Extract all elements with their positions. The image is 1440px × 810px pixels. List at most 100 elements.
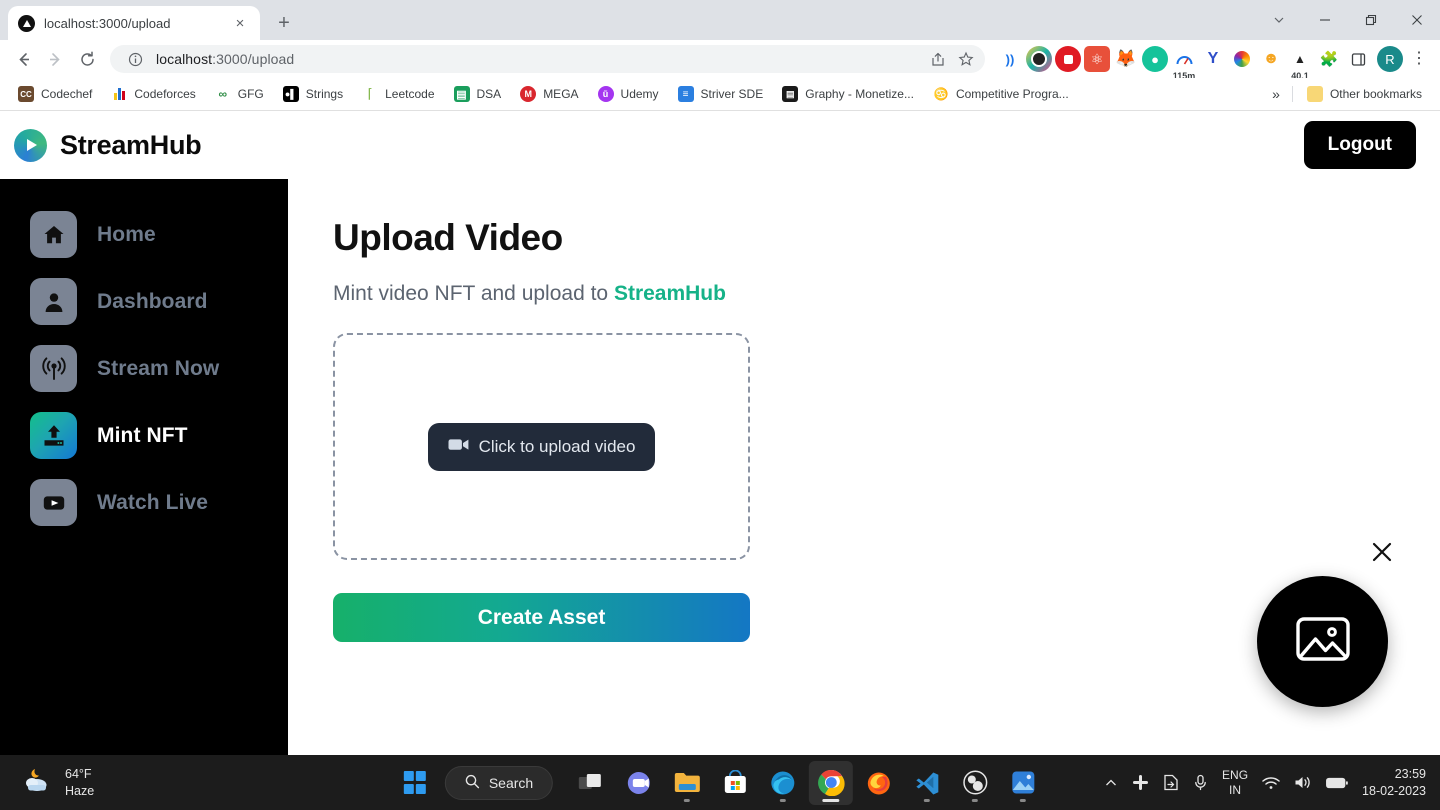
bookmark-graphy[interactable]: ▤ Graphy - Monetize... <box>774 82 922 106</box>
sidebar-item-watch-live[interactable]: Watch Live <box>0 469 288 536</box>
brand[interactable]: StreamHub <box>14 128 202 162</box>
taskbar-obs-studio[interactable] <box>953 761 997 805</box>
omnibox-actions <box>925 46 979 72</box>
other-bookmarks-label: Other bookmarks <box>1329 87 1422 101</box>
graphy-icon: ▤ <box>782 86 799 102</box>
extensions-puzzle-icon[interactable]: 🧩 <box>1316 46 1342 72</box>
bookmark-label: Graphy - Monetize... <box>805 87 914 101</box>
taskbar-microsoft-edge[interactable] <box>761 761 805 805</box>
screen-recorder-icon[interactable] <box>1026 46 1052 72</box>
udemy-icon: ũ <box>597 86 614 102</box>
bookmark-competitive-programming[interactable]: ♋ Competitive Progra... <box>925 82 1077 106</box>
speaker-icon[interactable] <box>1294 775 1312 790</box>
bookmark-mega[interactable]: M MEGA <box>512 82 586 106</box>
image-fab-button[interactable] <box>1257 576 1388 707</box>
side-panel-icon[interactable] <box>1345 46 1371 72</box>
slack-icon[interactable] <box>1132 774 1149 791</box>
search-icon <box>465 774 480 792</box>
time-tracker-icon[interactable]: 115m <box>1171 46 1197 81</box>
video-dropzone[interactable]: Click to upload video <box>333 333 750 560</box>
taskbar-task-view[interactable] <box>569 761 613 805</box>
clock[interactable]: 23:59 18-02-2023 <box>1362 766 1426 800</box>
active-indicator <box>822 798 840 802</box>
mega-icon: M <box>520 86 537 102</box>
grammarly-icon[interactable]: ● <box>1142 46 1168 72</box>
bookmark-label: Competitive Progra... <box>955 87 1069 101</box>
start-button[interactable] <box>395 763 435 803</box>
back-arrow-icon[interactable] <box>8 44 38 74</box>
upload-icon <box>30 412 77 459</box>
close-x-icon[interactable] <box>1368 538 1396 566</box>
restore-icon[interactable] <box>1348 0 1394 40</box>
bookmark-striver-sde[interactable]: ≡ Striver SDE <box>670 82 772 106</box>
bookmark-udemy[interactable]: ũ Udemy <box>590 82 667 106</box>
new-tab-button[interactable]: + <box>270 9 298 37</box>
create-asset-button[interactable]: Create Asset <box>333 593 750 642</box>
moon-cloud-icon <box>22 766 54 799</box>
react-devtools-icon[interactable]: ⚛ <box>1084 46 1110 72</box>
site-info-icon[interactable] <box>122 46 148 72</box>
home-icon <box>30 211 77 258</box>
bookmark-label: GFG <box>237 87 264 101</box>
url-host: localhost <box>156 51 213 67</box>
taskbar-microsoft-store[interactable] <box>713 761 757 805</box>
tab-search-chevron-icon[interactable] <box>1256 0 1302 40</box>
file-sync-icon[interactable] <box>1163 774 1179 791</box>
taskbar-file-explorer[interactable] <box>665 761 709 805</box>
yandex-icon[interactable]: Y <box>1200 46 1226 72</box>
codechef-icon: CC <box>18 86 34 102</box>
browser-tab[interactable]: localhost:3000/upload × <box>8 6 260 40</box>
minimize-icon[interactable] <box>1302 0 1348 40</box>
bookmarks-overflow-button[interactable]: » <box>1266 82 1286 106</box>
bookmark-dsa[interactable]: ▤ DSA <box>446 82 510 106</box>
windows-logo-icon <box>403 771 427 794</box>
star-icon[interactable] <box>953 46 979 72</box>
taskbar-search-label: Search <box>488 774 534 791</box>
taskbar-microsoft-teams[interactable] <box>617 761 661 805</box>
bookmark-codeforces[interactable]: Codeforces <box>103 82 203 106</box>
sidebar-item-dashboard[interactable]: Dashboard <box>0 268 288 335</box>
three-dot-menu-icon[interactable]: ⋮ <box>1406 46 1432 72</box>
url-path: :3000/upload <box>212 51 295 67</box>
phantom-wallet-icon[interactable]: ☻ <box>1258 46 1284 72</box>
language-indicator[interactable]: ENG IN <box>1222 768 1248 798</box>
tab-close-icon[interactable]: × <box>230 13 250 33</box>
cast-icon[interactable]: )) <box>997 46 1023 72</box>
page-subtitle: Mint video NFT and upload to StreamHub <box>333 282 1440 306</box>
bookmark-leetcode[interactable]: ⌈ Leetcode <box>354 82 442 106</box>
reload-icon[interactable] <box>72 44 102 74</box>
speed-test-icon[interactable]: ▲ 40.1 <box>1287 46 1313 81</box>
taskbar-search[interactable]: Search <box>444 765 554 800</box>
other-bookmarks-button[interactable]: Other bookmarks <box>1299 82 1430 106</box>
bookmark-codechef[interactable]: CC Codechef <box>10 82 100 106</box>
taskbar-photos[interactable] <box>1001 761 1045 805</box>
sidebar-item-stream-now[interactable]: Stream Now <box>0 335 288 402</box>
bookmark-gfg[interactable]: ∞ GFG <box>207 82 272 106</box>
forward-arrow-icon[interactable] <box>40 44 70 74</box>
sidebar-item-home[interactable]: Home <box>0 201 288 268</box>
bookmarks-bar: CC Codechef Codeforces ∞ GFG ●▌ Strings … <box>0 78 1440 111</box>
sidebar-item-mint-nft[interactable]: Mint NFT <box>0 402 288 469</box>
logout-button[interactable]: Logout <box>1303 121 1416 169</box>
color-picker-icon[interactable] <box>1229 46 1255 72</box>
play-rect-icon <box>30 479 77 526</box>
bookmark-strings[interactable]: ●▌ Strings <box>275 82 351 106</box>
chevron-up-icon[interactable] <box>1104 776 1118 790</box>
adblock-icon[interactable] <box>1055 46 1081 72</box>
bookmark-label: Codechef <box>41 87 93 101</box>
profile-avatar[interactable]: R <box>1377 46 1403 72</box>
close-window-icon[interactable] <box>1394 0 1440 40</box>
microphone-icon[interactable] <box>1193 774 1208 791</box>
share-icon[interactable] <box>925 46 951 72</box>
bookmark-label: DSA <box>476 87 502 101</box>
metamask-fox-icon[interactable]: 🦊 <box>1113 46 1139 72</box>
weather-widget[interactable]: 64°F Haze <box>0 766 94 800</box>
upload-video-button[interactable]: Click to upload video <box>427 422 656 471</box>
taskbar-mozilla-firefox[interactable] <box>857 761 901 805</box>
battery-icon[interactable] <box>1326 777 1348 789</box>
address-bar[interactable]: localhost:3000/upload <box>110 45 985 73</box>
main-content: Upload Video Mint video NFT and upload t… <box>288 179 1440 755</box>
taskbar-visual-studio-code[interactable] <box>905 761 949 805</box>
taskbar-google-chrome[interactable] <box>809 760 854 805</box>
wifi-icon[interactable] <box>1262 776 1280 790</box>
